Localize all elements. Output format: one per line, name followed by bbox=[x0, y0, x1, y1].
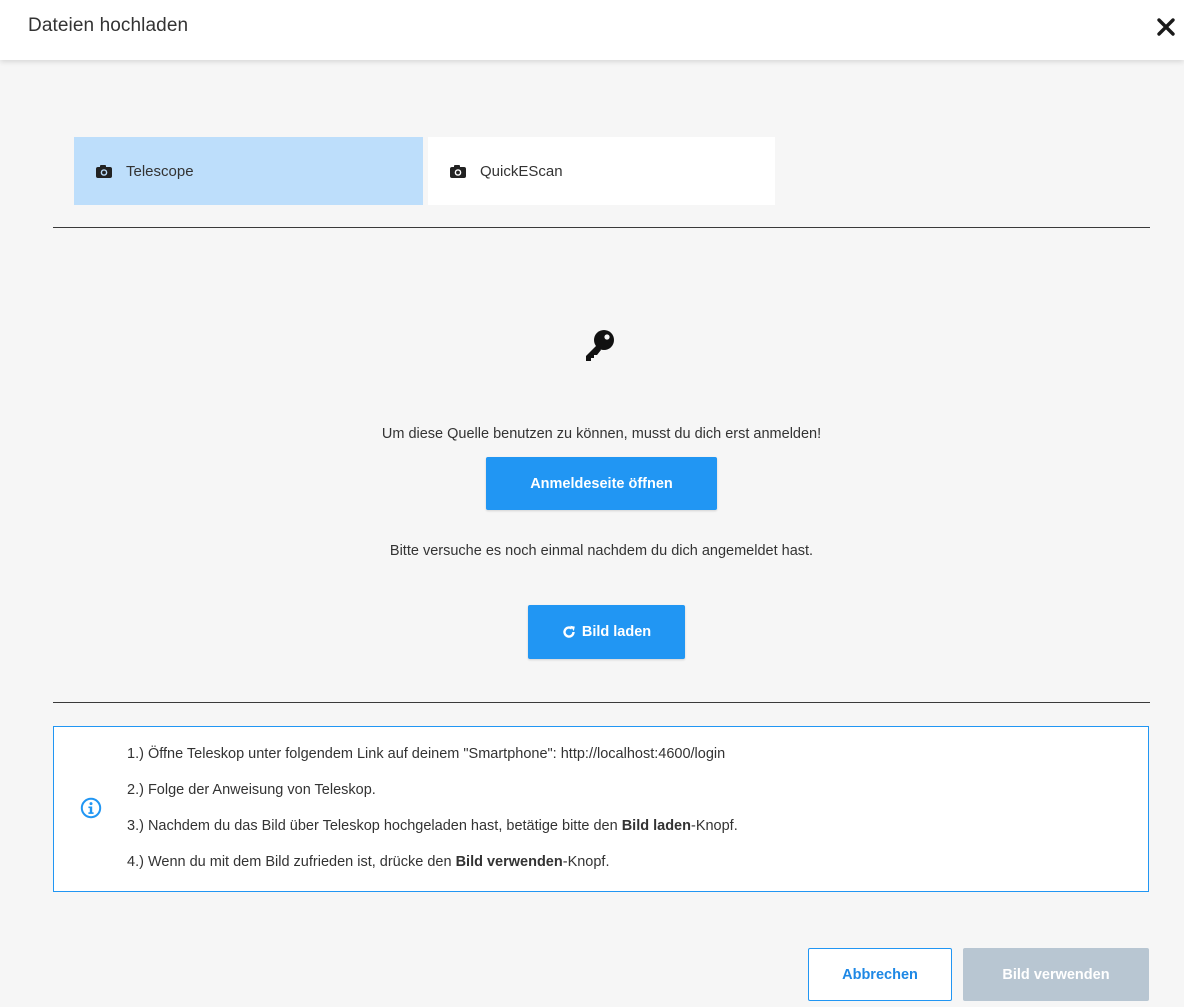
camera-icon bbox=[450, 164, 466, 178]
tab-label: Telescope bbox=[126, 162, 194, 180]
retry-message: Bitte versuche es noch einmal nachdem du… bbox=[389, 543, 814, 559]
divider bbox=[53, 702, 1150, 703]
instruction-step-2: 2.) Folge der Anweisung von Teleskop. bbox=[127, 782, 376, 798]
divider bbox=[53, 227, 1150, 228]
load-image-label: Bild laden bbox=[581, 624, 652, 640]
close-icon[interactable] bbox=[1155, 16, 1177, 38]
load-image-button[interactable]: Bild laden bbox=[528, 605, 685, 659]
instruction-step-4: 4.) Wenn du mit dem Bild zufrieden ist, … bbox=[127, 854, 610, 870]
tab-quickescan[interactable]: QuickEScan bbox=[428, 137, 775, 205]
reload-icon bbox=[563, 625, 575, 638]
instruction-list: 1.) Öffne Teleskop unter folgendem Link … bbox=[127, 741, 738, 885]
cancel-button[interactable]: Abbrechen bbox=[808, 948, 952, 1001]
login-required-message: Um diese Quelle benutzen zu können, muss… bbox=[381, 426, 822, 442]
dialog-title: Dateien hochladen bbox=[28, 15, 189, 36]
instruction-step-1: 1.) Öffne Teleskop unter folgendem Link … bbox=[127, 746, 726, 762]
tab-telescope[interactable]: Telescope bbox=[74, 137, 423, 205]
tab-label: QuickEScan bbox=[480, 162, 563, 180]
open-login-page-button[interactable]: Anmeldeseite öffnen bbox=[486, 457, 717, 510]
instruction-step-3: 3.) Nachdem du das Bild über Teleskop ho… bbox=[127, 818, 738, 834]
info-icon bbox=[80, 797, 102, 819]
instructions-box: 1.) Öffne Teleskop unter folgendem Link … bbox=[53, 726, 1149, 892]
use-image-button[interactable]: Bild verwenden bbox=[963, 948, 1149, 1001]
dialog-header: Dateien hochladen bbox=[0, 0, 1184, 60]
key-icon bbox=[586, 330, 614, 361]
camera-icon bbox=[96, 164, 112, 178]
